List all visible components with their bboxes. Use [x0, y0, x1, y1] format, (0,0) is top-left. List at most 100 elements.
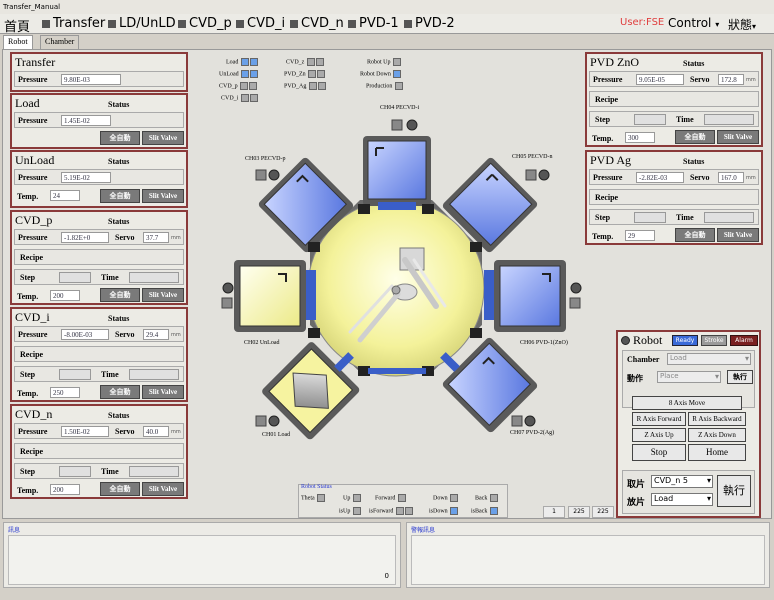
time-label: Time [101, 467, 119, 476]
auto-button[interactable]: 全自動 [675, 228, 715, 242]
indicator [240, 82, 249, 90]
servo-label: Servo [115, 330, 135, 339]
temp-value: 200 [50, 484, 80, 495]
place-label: 放片 [627, 497, 646, 507]
legend-label: Load [226, 59, 239, 66]
bullet-icon [42, 19, 50, 28]
auto-button[interactable]: 全自動 [100, 131, 140, 145]
chamber-label-ch04: CH04 PECVD-i [380, 105, 420, 111]
chamber-ch02[interactable] [234, 260, 316, 332]
menu-cvd-i[interactable]: CVD_i [236, 16, 285, 31]
z-axis-up-button[interactable]: Z Axis Up [632, 428, 686, 442]
servo-label: Servo [115, 427, 135, 436]
menu-transfer[interactable]: Transfer [42, 16, 105, 31]
slit-valve [308, 328, 320, 338]
legend-cvd-z: CVD_z [286, 58, 324, 66]
time-value [704, 114, 754, 125]
bullet-icon [404, 19, 412, 28]
indicator [393, 70, 402, 78]
menu-control[interactable]: Control ▾ [668, 16, 719, 30]
servo-value: 37.7 [143, 232, 169, 243]
menu-pvd-1-label: PVD-1 [359, 16, 399, 31]
bullet-icon [108, 19, 116, 28]
auto-button[interactable]: 全自動 [100, 385, 140, 399]
slit-valve-button[interactable]: Slit Valve [142, 385, 184, 399]
menu-cvd-p[interactable]: CVD_p [178, 16, 232, 31]
slit-valve-button[interactable]: Slit Valve [142, 288, 184, 302]
indicator [395, 507, 404, 515]
place-select[interactable]: Load ▾ [651, 493, 713, 506]
legend-label: Robot Down [360, 71, 391, 78]
dropdown-icon: ▾ [715, 20, 720, 29]
rs-label: isDown [429, 508, 448, 515]
slit-valve-button[interactable]: Slit Valve [142, 131, 184, 145]
home-button[interactable]: Home [688, 444, 746, 461]
menu-home-label: 首頁 [4, 20, 31, 35]
servo-unit: mm [746, 175, 756, 181]
alarm-message-box: 警報訊息 [406, 522, 770, 588]
message-area[interactable]: 0 [8, 535, 396, 585]
legend-pvd-ag: PVD_Ag [284, 82, 326, 90]
slit-valve-button[interactable]: Slit Valve [717, 130, 759, 144]
rs-label: Down [433, 495, 448, 502]
pressure-value: -2.82E-03 [636, 172, 684, 183]
slit-valve-button[interactable]: Slit Valve [142, 189, 184, 203]
rs-label: Back [475, 495, 488, 502]
menu-cvd-p-label: CVD_p [189, 16, 232, 31]
pressure-label: Pressure [18, 116, 48, 125]
dropdown-icon: ▾ [752, 22, 757, 31]
chamber-ch04[interactable] [363, 136, 431, 210]
indicator [240, 94, 249, 102]
step-row: Step Time [589, 111, 759, 127]
slit-valve-button[interactable]: Slit Valve [717, 228, 759, 242]
menu-pvd-2[interactable]: PVD-2 [404, 16, 455, 31]
indicator [317, 70, 326, 78]
axis-controls: 8 Axis Move R Axis Forward R Axis Backwa… [622, 392, 755, 462]
menu-home[interactable]: 首頁 [4, 16, 30, 35]
big-exec-button[interactable]: 執行 [717, 475, 751, 507]
exec-button[interactable]: 執行 [727, 370, 753, 384]
chamber-indicator [569, 297, 581, 309]
pick-select[interactable]: CVD_n 5 ▾ [651, 475, 713, 488]
action-select[interactable]: Place ▾ [657, 371, 721, 383]
chamber-indicator [391, 119, 403, 131]
menu-ldunld[interactable]: LD/UnLD [108, 16, 176, 31]
step-row: Step Time [589, 209, 759, 225]
servo-value: 29.4 [143, 329, 169, 340]
chamber-label-ch07: CH07 PVD-2(Ag) [510, 430, 555, 436]
legend-label: CVD_i [221, 95, 239, 102]
auto-button[interactable]: 全自動 [100, 288, 140, 302]
alarm-message-area[interactable] [411, 535, 765, 585]
status-label: Status [108, 217, 130, 226]
legend-label: PVD_Zn [284, 71, 306, 78]
axis-move-button[interactable]: 8 Axis Move [632, 396, 742, 410]
tab-robot[interactable]: Robot [3, 35, 33, 50]
slit-valve-button[interactable]: Slit Valve [142, 482, 184, 496]
legend-unload: UnLoad [219, 70, 259, 78]
menu-status[interactable]: 狀態▾ [728, 16, 756, 33]
stop-button[interactable]: Stop [632, 444, 686, 461]
chamber-ch06[interactable] [484, 260, 566, 332]
auto-button[interactable]: 全自動 [675, 130, 715, 144]
auto-button[interactable]: 全自動 [100, 189, 140, 203]
status-label: Status [683, 59, 705, 68]
chamber-select[interactable]: Load ▾ [667, 353, 751, 365]
menu-cvd-n[interactable]: CVD_n [290, 16, 344, 31]
chevron-down-icon: ▾ [714, 372, 719, 381]
z-axis-down-button[interactable]: Z Axis Down [688, 428, 746, 442]
rs-isback: isBack [471, 507, 498, 515]
step-value [59, 272, 91, 283]
auto-button[interactable]: 全自動 [100, 482, 140, 496]
menu-pvd-1[interactable]: PVD-1 [348, 16, 399, 31]
pressure-label: Pressure [593, 173, 623, 182]
chamber-indicator [221, 297, 233, 309]
menu-ldunld-label: LD/UnLD [119, 16, 176, 31]
stroke-badge: Stroke [701, 335, 727, 346]
r-axis-backward-button[interactable]: R Axis Backward [688, 412, 746, 426]
rs-back: Back [475, 494, 498, 502]
indicator [249, 94, 258, 102]
tab-chamber[interactable]: Chamber [40, 35, 80, 49]
r-axis-forward-button[interactable]: R Axis Forward [632, 412, 686, 426]
step-label: Step [20, 467, 36, 476]
slit-valve [358, 204, 370, 214]
